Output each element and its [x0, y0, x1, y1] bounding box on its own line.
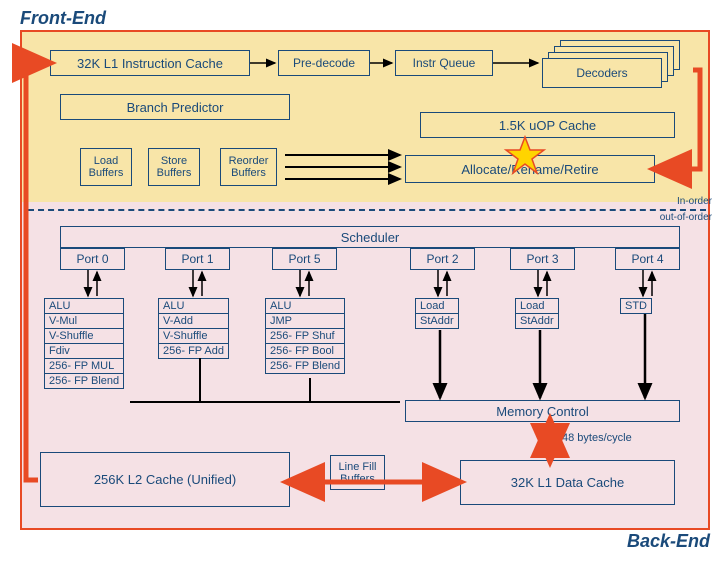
port1-units: ALU V-Add V-Shuffle 256- FP Add [158, 298, 229, 358]
predecode: Pre-decode [278, 50, 370, 76]
l2-cache: 256K L2 Cache (Unified) [40, 452, 290, 507]
port5-units: ALU JMP 256- FP Shuf 256- FP Bool 256- F… [265, 298, 345, 373]
port0-units: ALU V-Mul V-Shuffle Fdiv 256- FP MUL 256… [44, 298, 124, 388]
allocate-rename-retire: Allocate/Rename/Retire [405, 155, 655, 183]
store-buffers: Store Buffers [148, 148, 200, 186]
instr-queue: Instr Queue [395, 50, 493, 76]
frontend-title: Front-End [20, 8, 106, 29]
memory-control: Memory Control [405, 400, 680, 422]
port-3: Port 3 [510, 248, 575, 270]
reorder-buffers: Reorder Buffers [220, 148, 277, 186]
port4-units: STD [620, 298, 652, 313]
divider-dashed [28, 209, 706, 211]
decoders-stack: Decoders [540, 40, 690, 95]
bandwidth-label: 48 bytes/cycle [562, 432, 632, 444]
port2-units: Load StAddr [415, 298, 459, 328]
port-1: Port 1 [165, 248, 230, 270]
in-order-label: In-order [677, 196, 712, 207]
load-buffers: Load Buffers [80, 148, 132, 186]
port-4: Port 4 [615, 248, 680, 270]
branch-predictor: Branch Predictor [60, 94, 290, 120]
l1d-cache: 32K L1 Data Cache [460, 460, 675, 505]
l1i-cache: 32K L1 Instruction Cache [50, 50, 250, 76]
port-2: Port 2 [410, 248, 475, 270]
out-of-order-label: out-of-order [660, 212, 712, 223]
port-0: Port 0 [60, 248, 125, 270]
port3-units: Load StAddr [515, 298, 559, 328]
port-5: Port 5 [272, 248, 337, 270]
backend-title: Back-End [627, 531, 710, 552]
uop-cache: 1.5K uOP Cache [420, 112, 675, 138]
scheduler: Scheduler [60, 226, 680, 248]
line-fill-buffers: Line Fill Buffers [330, 455, 385, 490]
